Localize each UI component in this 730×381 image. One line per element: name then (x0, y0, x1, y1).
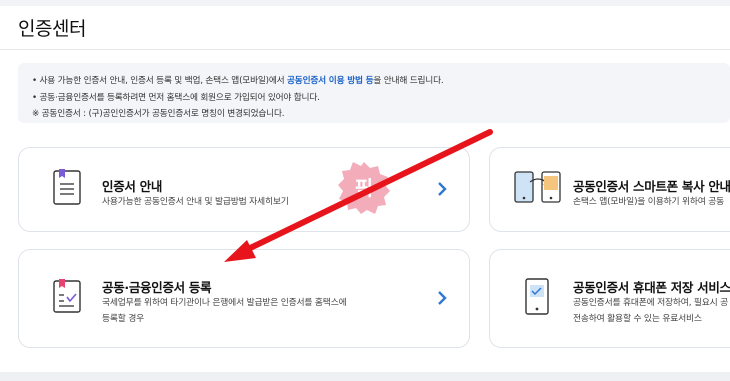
info-line-2: • 공동·금융인증서를 등록하려면 먼저 홈택스에 회원으로 가입되어 있어야 … (32, 93, 320, 103)
card-desc-2: 등록할 경우 (102, 314, 145, 324)
card-desc: 사용가능한 공동인증서 안내 및 발급방법 자세히보기 (102, 197, 289, 207)
document-list-icon (53, 169, 81, 205)
top-divider (0, 0, 730, 6)
card-desc: 국세업무를 위하여 타기관이나 은행에서 발급받은 인증서를 홈택스에 (102, 298, 347, 308)
document-check-icon (53, 279, 81, 313)
title-divider (0, 49, 730, 50)
info-line-3: ※ 공동인증서 : (구)공인인증서가 공동인증서로 명칭이 변경되었습니다. (32, 109, 285, 119)
pick-badge-icon: 픽 (338, 162, 390, 214)
info-line-1-text: • 사용 가능한 인증서 안내, 인증서 등록 및 백업, 손택스 앱(모바일)… (32, 76, 287, 86)
card-smartphone-copy[interactable]: 공동인증서 스마트폰 복사 안내 손택스 앱(모바일)을 이용하기 위하여 공동 (489, 147, 730, 232)
info-line-1: • 사용 가능한 인증서 안내, 인증서 등록 및 백업, 손택스 앱(모바일)… (32, 73, 444, 86)
card-certificate-guide[interactable]: 인증서 안내 사용가능한 공동인증서 안내 및 발급방법 자세히보기 (18, 147, 470, 232)
card-desc: 공동인증서를 휴대폰에 저장하여, 필요시 공 (573, 298, 729, 308)
card-phone-storage-service[interactable]: 공동인증서 휴대폰 저장 서비스 공동인증서를 휴대폰에 저장하여, 필요시 공… (489, 249, 730, 348)
phone-check-icon (525, 278, 549, 315)
card-register-certificate[interactable]: 공동·금융인증서 등록 국세업무를 위하여 타기관이나 은행에서 발급받은 인증… (18, 249, 470, 348)
card-title: 인증서 안내 (102, 179, 163, 194)
info-box: • 사용 가능한 인증서 안내, 인증서 등록 및 백업, 손택스 앱(모바일)… (18, 63, 730, 123)
page-title: 인증센터 (18, 18, 86, 40)
card-desc: 손택스 앱(모바일)을 이용하기 위하여 공동 (573, 197, 725, 207)
chevron-right-icon (438, 182, 447, 196)
card-desc-2: 전송하여 활용할 수 있는 유료서비스 (573, 314, 702, 324)
info-line-1-highlight: 공동인증서 이용 방법 등 (287, 76, 374, 86)
badge-text: 픽 (355, 176, 373, 200)
phone-copy-icon (514, 171, 561, 203)
info-line-1-tail: 을 안내해 드립니다. (373, 76, 444, 86)
chevron-right-icon (438, 291, 447, 305)
card-title: 공동인증서 휴대폰 저장 서비스 (573, 280, 730, 295)
card-title: 공동인증서 스마트폰 복사 안내 (573, 179, 730, 194)
card-title: 공동·금융인증서 등록 (102, 280, 212, 295)
